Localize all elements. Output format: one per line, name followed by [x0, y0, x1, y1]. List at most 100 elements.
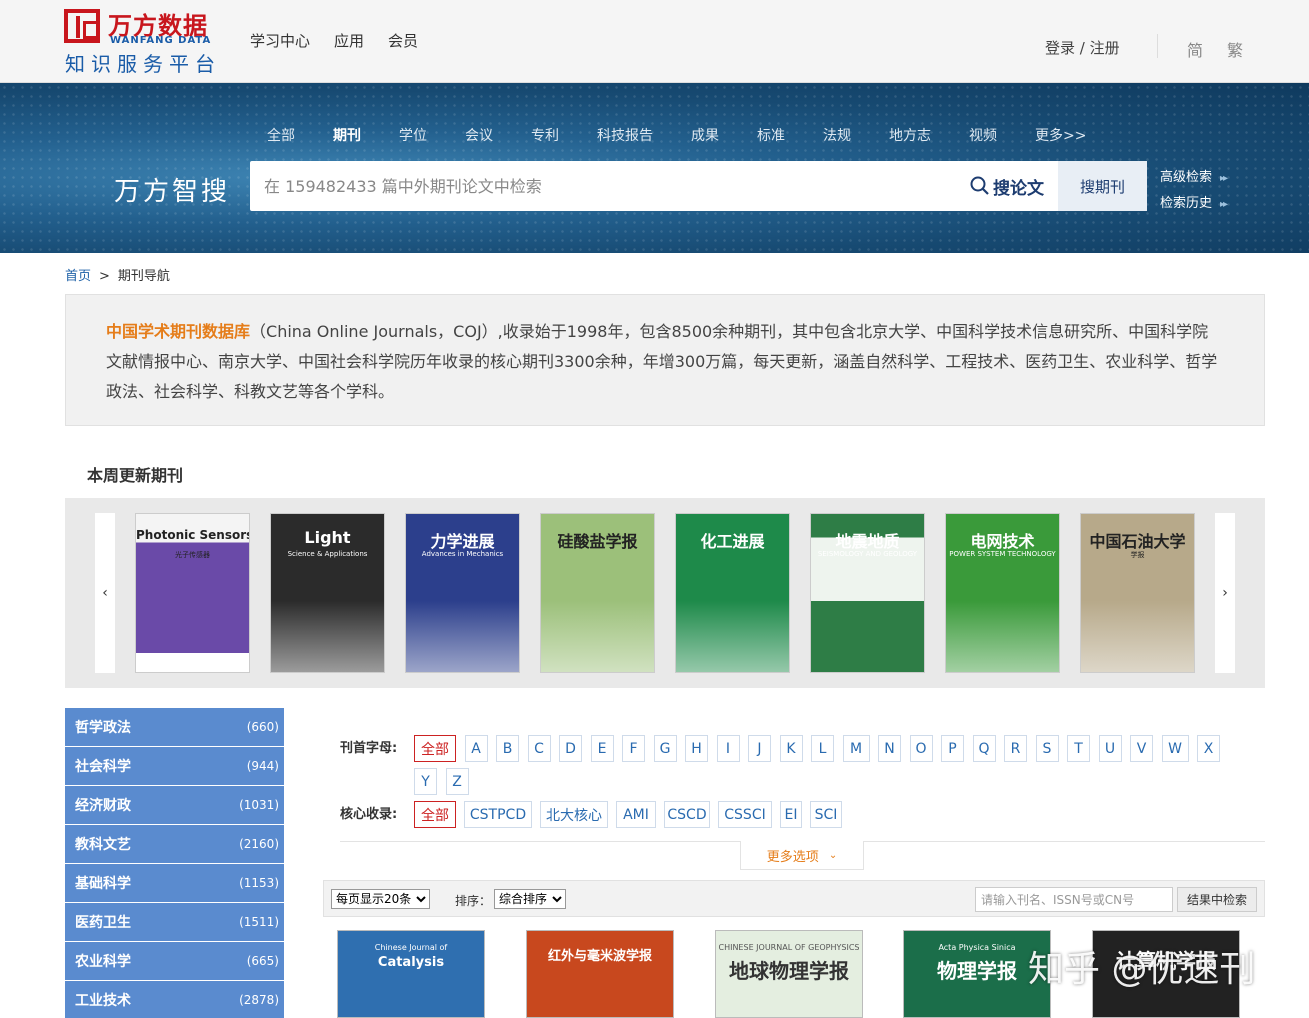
- letter-filter-option[interactable]: D: [559, 735, 582, 762]
- sidebar-subject-item[interactable]: 哲学政法 (660): [65, 708, 284, 747]
- letter-filter-option[interactable]: Y: [414, 768, 437, 795]
- category-tab[interactable]: 专利: [531, 125, 559, 145]
- letter-filter-option[interactable]: H: [685, 735, 708, 762]
- core-filter-option[interactable]: CSSCI: [718, 801, 772, 828]
- sidebar-subject-item[interactable]: 社会科学 (944): [65, 747, 284, 786]
- category-tab[interactable]: 成果: [691, 125, 719, 145]
- letter-filter-label: 刊首字母:: [340, 741, 398, 756]
- search-history-link[interactable]: 检索历史 ▸▸: [1160, 191, 1228, 217]
- category-tab[interactable]: 法规: [823, 125, 851, 145]
- category-tab[interactable]: 地方志: [889, 125, 931, 145]
- letter-filter-option[interactable]: L: [811, 735, 834, 762]
- letter-filter-option[interactable]: J: [748, 735, 771, 762]
- per-page-select[interactable]: 每页显示20条: [331, 889, 430, 909]
- letter-filter-option[interactable]: R: [1004, 735, 1027, 762]
- search-banner: 全部 期刊 学位 会议 专利 科技报告 成果 标准 法规 地方志 视频 更多>> 万方智搜 搜论文 搜…: [0, 83, 1309, 253]
- weekly-journal-cover[interactable]: 化工进展: [675, 513, 790, 673]
- letter-filter-option[interactable]: I: [716, 735, 740, 762]
- advanced-search-label: 高级检索: [1160, 170, 1213, 185]
- carousel-prev-button[interactable]: ‹: [95, 513, 115, 673]
- nav-membership[interactable]: 会员: [388, 30, 418, 51]
- letter-filter-option[interactable]: G: [653, 735, 677, 762]
- result-search-input[interactable]: [975, 887, 1173, 912]
- login-register-link[interactable]: 登录 / 注册: [1045, 37, 1120, 58]
- breadcrumb-home[interactable]: 首页: [65, 269, 91, 284]
- advanced-links: 高级检索 ▸▸ 检索历史 ▸▸: [1160, 165, 1228, 217]
- weekly-journal-cover[interactable]: 电网技术 POWER SYSTEM TECHNOLOGY: [945, 513, 1060, 673]
- lang-traditional[interactable]: 繁: [1227, 37, 1243, 61]
- subject-count: (660): [246, 720, 279, 734]
- sidebar-subject-item[interactable]: 经济财政 (1031): [65, 786, 284, 825]
- core-filter-option[interactable]: CSCD: [664, 801, 710, 828]
- subject-count: (944): [246, 759, 279, 773]
- category-tab[interactable]: 更多>>: [1035, 125, 1086, 145]
- weekly-journal-cover[interactable]: 地震地质 SEISMOLOGY AND GEOLOGY: [810, 513, 925, 673]
- letter-filter-option[interactable]: C: [527, 735, 551, 762]
- logo[interactable]: 万方数据 WANFANG DATA 知识服务平台: [64, 6, 224, 76]
- letter-filter-option[interactable]: F: [622, 735, 645, 762]
- intro-highlight[interactable]: 中国学术期刊数据库: [106, 322, 250, 341]
- letter-filter-option[interactable]: A: [464, 735, 488, 762]
- advanced-search-link[interactable]: 高级检索 ▸▸: [1160, 165, 1228, 191]
- letter-filter-option[interactable]: K: [779, 735, 803, 762]
- letter-filter-option[interactable]: T: [1067, 735, 1090, 762]
- letter-filter-option[interactable]: U: [1098, 735, 1122, 762]
- double-chevron-right-icon: ▸▸: [1220, 173, 1228, 184]
- core-filter-option[interactable]: CSTPCD: [464, 801, 532, 828]
- lang-simplified[interactable]: 简: [1187, 37, 1203, 61]
- core-filter-option[interactable]: EI: [780, 801, 802, 828]
- category-tab[interactable]: 标准: [757, 125, 785, 145]
- search-paper-button[interactable]: 搜论文: [956, 161, 1058, 211]
- letter-filter-option[interactable]: M: [842, 735, 870, 762]
- sidebar-subject-item[interactable]: 教科文艺 (2160): [65, 825, 284, 864]
- search-input[interactable]: [264, 161, 944, 211]
- weekly-journal-cover[interactable]: Photonic Sensors 光子传感器: [135, 513, 250, 673]
- letter-filter-option[interactable]: S: [1035, 735, 1059, 762]
- result-search-button[interactable]: 结果中检索: [1177, 887, 1257, 912]
- sidebar-subject-item[interactable]: 基础科学 (1153): [65, 864, 284, 903]
- letter-filter-option[interactable]: Q: [972, 735, 996, 762]
- weekly-journal-cover[interactable]: 力学进展 Advances in Mechanics: [405, 513, 520, 673]
- letter-filter-option[interactable]: B: [496, 735, 519, 762]
- journal-result-cover[interactable]: Chinese Journal of Catalysis: [337, 930, 485, 1018]
- sidebar-subject-item[interactable]: 农业科学 (665): [65, 942, 284, 981]
- search-journal-button[interactable]: 搜期刊: [1058, 161, 1147, 211]
- letter-filter-option[interactable]: P: [941, 735, 964, 762]
- core-filter-option[interactable]: SCI: [810, 801, 842, 828]
- category-tab[interactable]: 期刊: [333, 125, 361, 145]
- weekly-journal-cover[interactable]: 中国石油大学 学报: [1080, 513, 1195, 673]
- letter-filter-option[interactable]: O: [909, 735, 933, 762]
- carousel-next-button[interactable]: ›: [1215, 513, 1235, 673]
- weekly-journal-cover[interactable]: Light Science & Applications: [270, 513, 385, 673]
- logo-subtitle: 知识服务平台: [65, 52, 221, 76]
- letter-filter-option[interactable]: E: [590, 735, 614, 762]
- letter-filter-option[interactable]: Z: [445, 768, 469, 795]
- more-options-button[interactable]: 更多选项 ⌄: [740, 841, 864, 870]
- category-tab[interactable]: 学位: [399, 125, 427, 145]
- nav-apps[interactable]: 应用: [334, 30, 364, 51]
- core-filter-option[interactable]: 北大核心: [540, 801, 608, 828]
- category-tab[interactable]: 会议: [465, 125, 493, 145]
- watermark: 知乎 @优速刊: [1028, 949, 1256, 990]
- letter-filter-all[interactable]: 全部: [414, 735, 456, 762]
- sort-select[interactable]: 综合排序: [494, 889, 566, 909]
- journal-result-cover[interactable]: CHINESE JOURNAL OF GEOPHYSICS 地球物理学报: [715, 930, 863, 1018]
- cover-title: Light: [304, 528, 351, 547]
- core-filter-option[interactable]: AMI: [616, 801, 656, 828]
- letter-filter-option[interactable]: N: [878, 735, 901, 762]
- logo-en: WANFANG DATA: [110, 35, 212, 46]
- subject-name: 工业技术: [75, 993, 131, 1009]
- category-tab[interactable]: 全部: [267, 125, 295, 145]
- nav-learning-center[interactable]: 学习中心: [250, 30, 310, 51]
- letter-filter-option[interactable]: W: [1161, 735, 1189, 762]
- category-tab[interactable]: 视频: [969, 125, 997, 145]
- journal-result-cover[interactable]: 红外与毫米波学报: [526, 930, 674, 1018]
- core-filter-all[interactable]: 全部: [414, 801, 456, 828]
- brand-zhisou: 万方智搜: [114, 177, 231, 207]
- sidebar-subject-item[interactable]: 工业技术 (2878): [65, 981, 284, 1018]
- letter-filter-option[interactable]: V: [1130, 735, 1153, 762]
- category-tab[interactable]: 科技报告: [597, 125, 653, 145]
- letter-filter-option[interactable]: X: [1197, 735, 1220, 762]
- weekly-journal-cover[interactable]: 硅酸盐学报: [540, 513, 655, 673]
- sidebar-subject-item[interactable]: 医药卫生 (1511): [65, 903, 284, 942]
